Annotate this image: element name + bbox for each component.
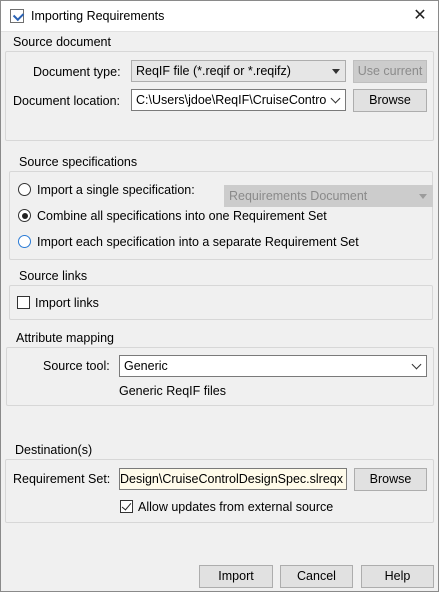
- document-location-value: C:\Users\jdoe\ReqIF\CruiseContro: [136, 93, 327, 107]
- source-document-heading: Source document: [13, 35, 111, 49]
- dropdown-arrow-icon: [419, 194, 427, 199]
- combine-specifications-label: Combine all specifications into one Requ…: [37, 209, 327, 223]
- document-type-value: ReqIF file (*.reqif or *.reqifz): [136, 64, 291, 78]
- window-title: Importing Requirements: [31, 9, 165, 23]
- app-icon: [10, 9, 24, 23]
- source-tool-dropdown[interactable]: Generic: [119, 355, 427, 377]
- import-links-label: Import links: [35, 296, 99, 310]
- help-button[interactable]: Help: [361, 565, 434, 588]
- single-specification-dropdown[interactable]: Requirements Document: [224, 185, 433, 207]
- cancel-button[interactable]: Cancel: [280, 565, 353, 588]
- source-tool-description: Generic ReqIF files: [119, 384, 226, 398]
- allow-updates-label: Allow updates from external source: [138, 500, 334, 514]
- document-location-label: Document location:: [13, 94, 121, 108]
- requirement-set-label: Requirement Set:: [13, 472, 111, 486]
- single-specification-label: Import a single specification:: [37, 183, 195, 197]
- radio-combine-specifications[interactable]: [18, 209, 31, 222]
- attribute-mapping-heading: Attribute mapping: [16, 331, 114, 345]
- browse-requirement-set-button[interactable]: Browse: [354, 468, 427, 491]
- source-specifications-heading: Source specifications: [19, 155, 138, 169]
- document-location-combo[interactable]: C:\Users\jdoe\ReqIF\CruiseContro: [131, 89, 346, 111]
- destination-heading: Destination(s): [15, 443, 93, 457]
- import-button[interactable]: Import: [199, 565, 273, 588]
- source-links-heading: Source links: [19, 269, 88, 283]
- allow-updates-checkbox[interactable]: [120, 500, 133, 513]
- browse-document-button[interactable]: Browse: [353, 89, 427, 112]
- single-specification-value: Requirements Document: [229, 189, 368, 203]
- radio-separate-specifications[interactable]: [18, 235, 31, 248]
- title-bar: Importing Requirements ✕: [1, 1, 438, 32]
- importing-requirements-dialog: Importing Requirements ✕ Source document…: [0, 0, 439, 592]
- requirement-set-value: Design\CruiseControlDesignSpec.slreqx: [119, 472, 343, 486]
- source-tool-label: Source tool:: [43, 359, 110, 373]
- separate-specifications-label: Import each specification into a separat…: [37, 235, 359, 249]
- use-current-button[interactable]: Use current: [353, 60, 427, 83]
- chevron-down-icon: [411, 359, 422, 370]
- radio-single-specification[interactable]: [18, 183, 31, 196]
- close-icon[interactable]: ✕: [408, 5, 432, 27]
- requirement-set-field[interactable]: Design\CruiseControlDesignSpec.slreqx: [119, 468, 347, 490]
- source-tool-value: Generic: [124, 359, 168, 373]
- document-type-label: Document type:: [33, 65, 121, 79]
- chevron-down-icon: [330, 93, 341, 104]
- dropdown-arrow-icon: [332, 69, 340, 74]
- document-type-dropdown[interactable]: ReqIF file (*.reqif or *.reqifz): [131, 60, 346, 82]
- import-links-checkbox[interactable]: [17, 296, 30, 309]
